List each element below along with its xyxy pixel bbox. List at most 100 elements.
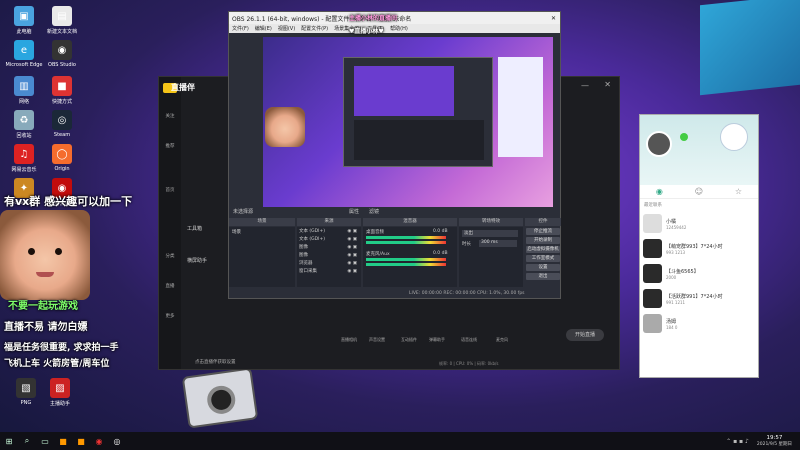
- obs-panel-sources-header: 来源: [297, 218, 361, 226]
- live-mode-label[interactable]: 横屏助手: [187, 257, 207, 264]
- start-button[interactable]: ⊞: [0, 432, 18, 450]
- obs-source-item[interactable]: 窗口采集 ◉ ▣: [299, 269, 357, 275]
- live-side-home[interactable]: 首页: [159, 187, 181, 193]
- obs-close-icon[interactable]: ✕: [551, 15, 556, 22]
- eye-icon[interactable]: ◉ ▣: [347, 245, 357, 251]
- chat-contact-item[interactable]: 小橘 12459442: [640, 211, 758, 236]
- live-mic-button[interactable]: 麦克风: [496, 337, 508, 343]
- obs-menu-item[interactable]: 视图(V): [278, 25, 295, 32]
- obs-control-button[interactable]: 开始录制: [526, 237, 560, 244]
- desktop-icon-steam-icon[interactable]: ◎ Steam: [42, 110, 82, 138]
- chat-contact-item[interactable]: 【活跃群991】7*24小时 991 1211: [640, 286, 758, 311]
- obs-source-item[interactable]: 图像 ◉ ▣: [299, 253, 357, 259]
- eye-icon[interactable]: ◉ ▣: [347, 261, 357, 267]
- live-app-title: 直播伴: [171, 83, 195, 92]
- search-icon[interactable]: ⌕: [18, 432, 36, 450]
- mixer-desktop-db: 0.0 dB: [433, 229, 448, 234]
- desktop-icon-music-icon[interactable]: ♫ 网易云音乐: [4, 144, 44, 173]
- desktop-icon-origin-icon[interactable]: ◯ Origin: [42, 144, 82, 172]
- mixer-mic-label: 麦克风/Aux: [366, 252, 390, 257]
- snowman-decoration: [720, 123, 748, 151]
- taskbar-app-1[interactable]: ■: [54, 432, 72, 450]
- live-side-category[interactable]: 分类: [159, 253, 181, 259]
- live-danmu-button[interactable]: 弹幕助手: [429, 337, 445, 343]
- live-toolbox-label[interactable]: 工具箱: [187, 225, 202, 232]
- desktop-icon-assistant-icon[interactable]: ▨ 主播助手: [40, 378, 80, 407]
- computer-icon: ▣: [14, 6, 34, 26]
- live-start-button[interactable]: 开始直播: [566, 329, 604, 341]
- desktop-icon-label: 回收站: [16, 133, 32, 139]
- live-camera-button[interactable]: 直播相机: [341, 337, 357, 343]
- live-voice-button[interactable]: 语音连线: [461, 337, 477, 343]
- transition-select[interactable]: 淡出: [462, 230, 518, 237]
- live-side-follow[interactable]: 关注: [159, 113, 181, 119]
- chat-tab-space-icon[interactable]: ☆: [735, 187, 742, 196]
- desktop-icon-label: Steam: [53, 132, 71, 138]
- obs-source-item[interactable]: 图像 ◉ ▣: [299, 245, 357, 251]
- live-close-icon[interactable]: ✕: [604, 80, 611, 89]
- clock-date[interactable]: 2021/9/5 星期日: [757, 441, 792, 447]
- desktop-icon-network-icon[interactable]: ▥ 网络: [4, 76, 44, 105]
- chat-contact-item[interactable]: 汤姆 184 0: [640, 311, 758, 336]
- live-plugin-button[interactable]: 互动插件: [401, 337, 417, 343]
- preview-chat-window: [498, 57, 543, 157]
- desktop-icon-file-icon[interactable]: ▤ 新建文本文档: [42, 6, 82, 35]
- desktop-icon-label: 网络: [18, 99, 29, 105]
- taskbar-app-2[interactable]: ■: [72, 432, 90, 450]
- chat-contact-item[interactable]: 【萌宠群993】7*24小时 993 1213: [640, 236, 758, 261]
- tray-icons[interactable]: ⌃ ▪ ▪ ♪: [726, 438, 749, 445]
- contact-name: 【活跃群991】7*24小时: [666, 293, 723, 300]
- chat-tab-contacts-icon[interactable]: ☺: [695, 187, 703, 196]
- desktop-icon-obs-icon[interactable]: ◉ OBS Studio: [42, 40, 82, 68]
- file-icon: ▤: [52, 6, 72, 26]
- obs-source-item[interactable]: 文本 (GDI+) ◉ ▣: [299, 237, 357, 243]
- obs-source-item[interactable]: 文本 (GDI+) ◉ ▣: [299, 229, 357, 235]
- live-side-recommend[interactable]: 推荐: [159, 143, 181, 149]
- live-minimize-icon[interactable]: —: [581, 81, 589, 90]
- obs-filters-button[interactable]: 滤镜: [369, 208, 379, 215]
- desktop-icon-edge-icon[interactable]: e Microsoft Edge: [4, 40, 44, 68]
- live-bottom-left-hint: 点击直播伴获取设置: [195, 360, 236, 365]
- obs-menu-item[interactable]: 帮助(H): [390, 25, 408, 32]
- obs-source-item[interactable]: 浏览器 ◉ ▣: [299, 261, 357, 267]
- obs-control-button[interactable]: 设置: [526, 264, 560, 271]
- taskbar-app-3[interactable]: ◉: [90, 432, 108, 450]
- task-view-icon[interactable]: ▭: [36, 432, 54, 450]
- desktop-icon-label: Microsoft Edge: [5, 62, 43, 68]
- transition-duration-label: 时长: [462, 242, 471, 247]
- obs-control-button[interactable]: 启动虚拟摄像机: [526, 246, 560, 253]
- obs-preview[interactable]: [263, 37, 553, 207]
- live-side-live[interactable]: 直播: [159, 283, 181, 289]
- obs-source-label: 图像: [299, 253, 308, 258]
- obs-no-source-label: 未选择源: [233, 209, 254, 215]
- obs-window[interactable]: OBS 26.1.1 (64-bit, windows) - 配置文件: 未命名…: [228, 11, 561, 299]
- obs-menu-item[interactable]: 文件(F): [232, 25, 249, 32]
- desktop-icon-computer-icon[interactable]: ▣ 此电脑: [4, 6, 44, 35]
- obs-source-label: 窗口采集: [299, 269, 317, 274]
- obs-control-button[interactable]: 停止推流: [526, 228, 560, 235]
- chat-window[interactable]: ◉ ☺ ☆ 最近联系 小橘 12459442 【萌宠群993】7*24小时 993 1…: [639, 114, 759, 378]
- desktop-icon-app-icon[interactable]: ■ 快捷方式: [42, 76, 82, 105]
- chat-contact-item[interactable]: 【斗鱼6565】 2000: [640, 261, 758, 286]
- contact-name: 小橘: [666, 218, 677, 225]
- eye-icon[interactable]: ◉ ▣: [347, 237, 357, 243]
- obs-control-button[interactable]: 工作室模式: [526, 255, 560, 262]
- desktop-icon-recycle-bin-icon[interactable]: ♻ 回收站: [4, 110, 44, 139]
- transition-duration-input[interactable]: 300 ms: [479, 240, 517, 247]
- obs-control-button[interactable]: 退出: [526, 273, 560, 280]
- eye-icon[interactable]: ◉ ▣: [347, 269, 357, 275]
- obs-properties-button[interactable]: 属性: [349, 208, 359, 215]
- live-sound-button[interactable]: 声音设置: [369, 337, 385, 343]
- chat-contact-list: 小橘 12459442 【萌宠群993】7*24小时 993 1213 【斗鱼6565】…: [640, 211, 758, 336]
- chat-tab-messages-icon[interactable]: ◉: [656, 187, 663, 196]
- chat-recent-label: 最近联系: [644, 203, 662, 208]
- eye-icon[interactable]: ◉ ▣: [347, 253, 357, 259]
- obs-scene-item[interactable]: 场景: [232, 229, 241, 235]
- obs-menu-item[interactable]: 编辑(E): [255, 25, 272, 32]
- taskbar-obs-icon[interactable]: ◎: [108, 432, 126, 450]
- preview-baby-face: [265, 107, 305, 147]
- obs-menu-item[interactable]: 配置文件(P): [301, 25, 328, 32]
- obs-source-label: 浏览器: [299, 261, 313, 266]
- live-side-more[interactable]: 更多: [159, 313, 181, 319]
- eye-icon[interactable]: ◉ ▣: [347, 229, 357, 235]
